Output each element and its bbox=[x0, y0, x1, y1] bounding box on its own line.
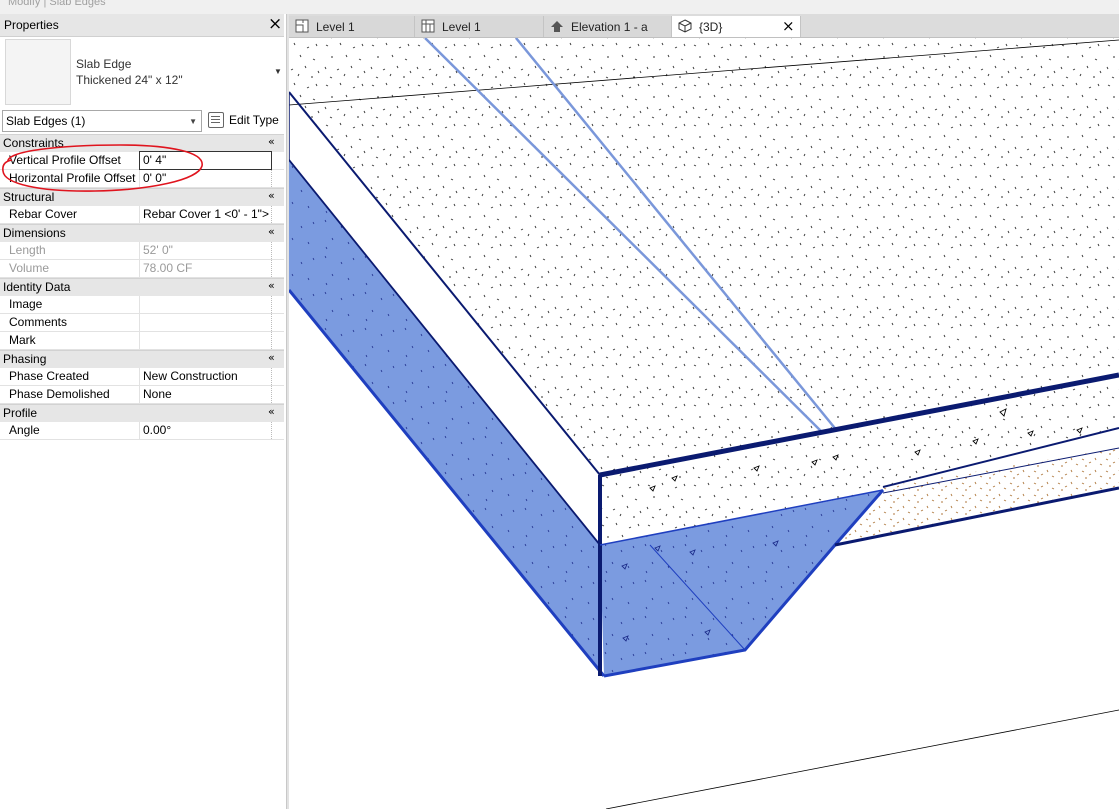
edit-type-label: Edit Type bbox=[229, 113, 279, 127]
chevron-down-icon: ▼ bbox=[189, 117, 197, 126]
row-phase-created: Phase Created New Construction bbox=[0, 368, 284, 386]
row-rebar-cover: Rebar Cover Rebar Cover 1 <0' - 1"> bbox=[0, 206, 284, 224]
tab-label: {3D} bbox=[699, 20, 723, 34]
group-dimensions[interactable]: Dimensions « bbox=[0, 224, 284, 242]
tab-label: Elevation 1 - a bbox=[571, 20, 648, 34]
volume-value: 78.00 CF bbox=[139, 260, 272, 277]
collapse-icon[interactable]: « bbox=[268, 351, 275, 364]
vertical-profile-offset-input[interactable]: 0' 4" bbox=[139, 151, 272, 170]
property-label: Image bbox=[9, 297, 43, 311]
tab-label: Level 1 bbox=[442, 20, 481, 34]
row-length: Length 52' 0" bbox=[0, 242, 284, 260]
view-tabs: Level 1 Level 1 Elevation 1 - a {3D} × bbox=[289, 14, 1119, 38]
ribbon-context-strip: Modify | Slab Edges bbox=[0, 0, 1119, 14]
properties-panel: Properties × Slab Edge Thickened 24" x 1… bbox=[0, 14, 286, 809]
angle-input[interactable]: 0.00° bbox=[139, 422, 272, 439]
length-value: 52' 0" bbox=[139, 242, 272, 259]
horizontal-profile-offset-input[interactable]: 0' 0" bbox=[139, 170, 272, 187]
row-volume: Volume 78.00 CF bbox=[0, 260, 284, 278]
element-filter-label: Slab Edges (1) bbox=[6, 114, 86, 128]
collapse-icon[interactable]: « bbox=[268, 135, 275, 148]
tab-elevation-1-a[interactable]: Elevation 1 - a bbox=[544, 16, 672, 37]
elevation-icon bbox=[551, 21, 563, 32]
property-value: 0' 4" bbox=[143, 153, 167, 167]
tab-level-1-ceiling-plan[interactable]: Level 1 bbox=[415, 16, 544, 37]
property-label: Mark bbox=[9, 333, 36, 347]
image-input[interactable] bbox=[139, 296, 272, 313]
rebar-cover-input[interactable]: Rebar Cover 1 <0' - 1"> bbox=[139, 206, 272, 223]
mark-input[interactable] bbox=[139, 332, 272, 349]
type-selector[interactable]: Slab Edge Thickened 24" x 12" ▼ bbox=[2, 39, 284, 107]
property-label: Length bbox=[9, 243, 46, 257]
property-label: Comments bbox=[9, 315, 68, 329]
tab-level-1-floor-plan[interactable]: Level 1 bbox=[289, 16, 415, 37]
tab-label: Level 1 bbox=[316, 20, 355, 34]
property-label: Volume bbox=[9, 261, 50, 275]
property-label: Phase Created bbox=[9, 369, 90, 383]
row-comments: Comments bbox=[0, 314, 284, 332]
property-value: 52' 0" bbox=[143, 243, 173, 257]
phase-created-select[interactable]: New Construction bbox=[139, 368, 272, 385]
phase-demolished-select[interactable]: None bbox=[139, 386, 272, 403]
properties-title: Properties bbox=[4, 18, 59, 32]
element-filter-dropdown[interactable]: Slab Edges (1) ▼ bbox=[2, 110, 202, 132]
row-phase-demolished: Phase Demolished None bbox=[0, 386, 284, 404]
row-vertical-profile-offset: Vertical Profile Offset 0' 4" bbox=[0, 151, 284, 170]
properties-grid: Constraints « Vertical Profile Offset 0'… bbox=[0, 134, 284, 440]
row-horizontal-profile-offset: Horizontal Profile Offset 0' 0" bbox=[0, 170, 284, 188]
close-icon[interactable]: × bbox=[268, 15, 282, 33]
3d-viewport[interactable] bbox=[289, 38, 1119, 809]
grid-line bbox=[605, 709, 1119, 809]
filter-row: Slab Edges (1) ▼ Edit Type bbox=[0, 110, 286, 134]
group-constraints[interactable]: Constraints « bbox=[0, 134, 284, 152]
collapse-icon[interactable]: « bbox=[268, 405, 275, 418]
property-label: Rebar Cover bbox=[9, 207, 78, 221]
type-preview-image bbox=[5, 39, 71, 105]
group-phasing[interactable]: Phasing « bbox=[0, 350, 284, 368]
group-structural[interactable]: Structural « bbox=[0, 188, 284, 206]
close-tab-icon[interactable]: × bbox=[782, 17, 795, 35]
group-label: Structural bbox=[3, 190, 55, 204]
property-label: Angle bbox=[9, 423, 40, 437]
dropdown-arrow-icon[interactable]: ▼ bbox=[274, 67, 282, 76]
floor-plan-icon bbox=[295, 19, 309, 33]
group-profile[interactable]: Profile « bbox=[0, 404, 284, 422]
3d-view-icon bbox=[678, 19, 692, 33]
collapse-icon[interactable]: « bbox=[268, 225, 275, 238]
properties-header: Properties × bbox=[0, 14, 284, 37]
collapse-icon[interactable]: « bbox=[268, 279, 275, 292]
group-identity-data[interactable]: Identity Data « bbox=[0, 278, 284, 296]
row-image: Image bbox=[0, 296, 284, 314]
tab-3d[interactable]: {3D} × bbox=[672, 16, 801, 37]
property-label: Phase Demolished bbox=[9, 387, 110, 401]
3d-model-canvas[interactable] bbox=[289, 38, 1119, 809]
property-value: 78.00 CF bbox=[143, 261, 193, 275]
ceiling-plan-icon bbox=[421, 19, 435, 33]
edit-type-icon bbox=[208, 112, 224, 128]
comments-input[interactable] bbox=[139, 314, 272, 331]
type-name: Thickened 24" x 12" bbox=[76, 73, 183, 87]
property-value: New Construction bbox=[143, 369, 238, 383]
property-label: Vertical Profile Offset bbox=[9, 153, 121, 167]
property-value: 0.00° bbox=[143, 423, 172, 437]
group-label: Identity Data bbox=[3, 280, 71, 294]
group-label: Profile bbox=[3, 406, 38, 420]
row-mark: Mark bbox=[0, 332, 284, 350]
group-label: Phasing bbox=[3, 352, 47, 366]
group-label: Constraints bbox=[3, 136, 64, 150]
group-label: Dimensions bbox=[3, 226, 66, 240]
collapse-icon[interactable]: « bbox=[268, 189, 275, 202]
property-label: Horizontal Profile Offset bbox=[9, 171, 136, 185]
property-value: None bbox=[143, 387, 172, 401]
property-value: Rebar Cover 1 <0' - 1"> bbox=[143, 207, 269, 221]
property-value: 0' 0" bbox=[143, 171, 167, 185]
row-angle: Angle 0.00° bbox=[0, 422, 284, 440]
ribbon-context-label: Modify | Slab Edges bbox=[8, 0, 106, 8]
type-family-name: Slab Edge bbox=[76, 57, 132, 71]
